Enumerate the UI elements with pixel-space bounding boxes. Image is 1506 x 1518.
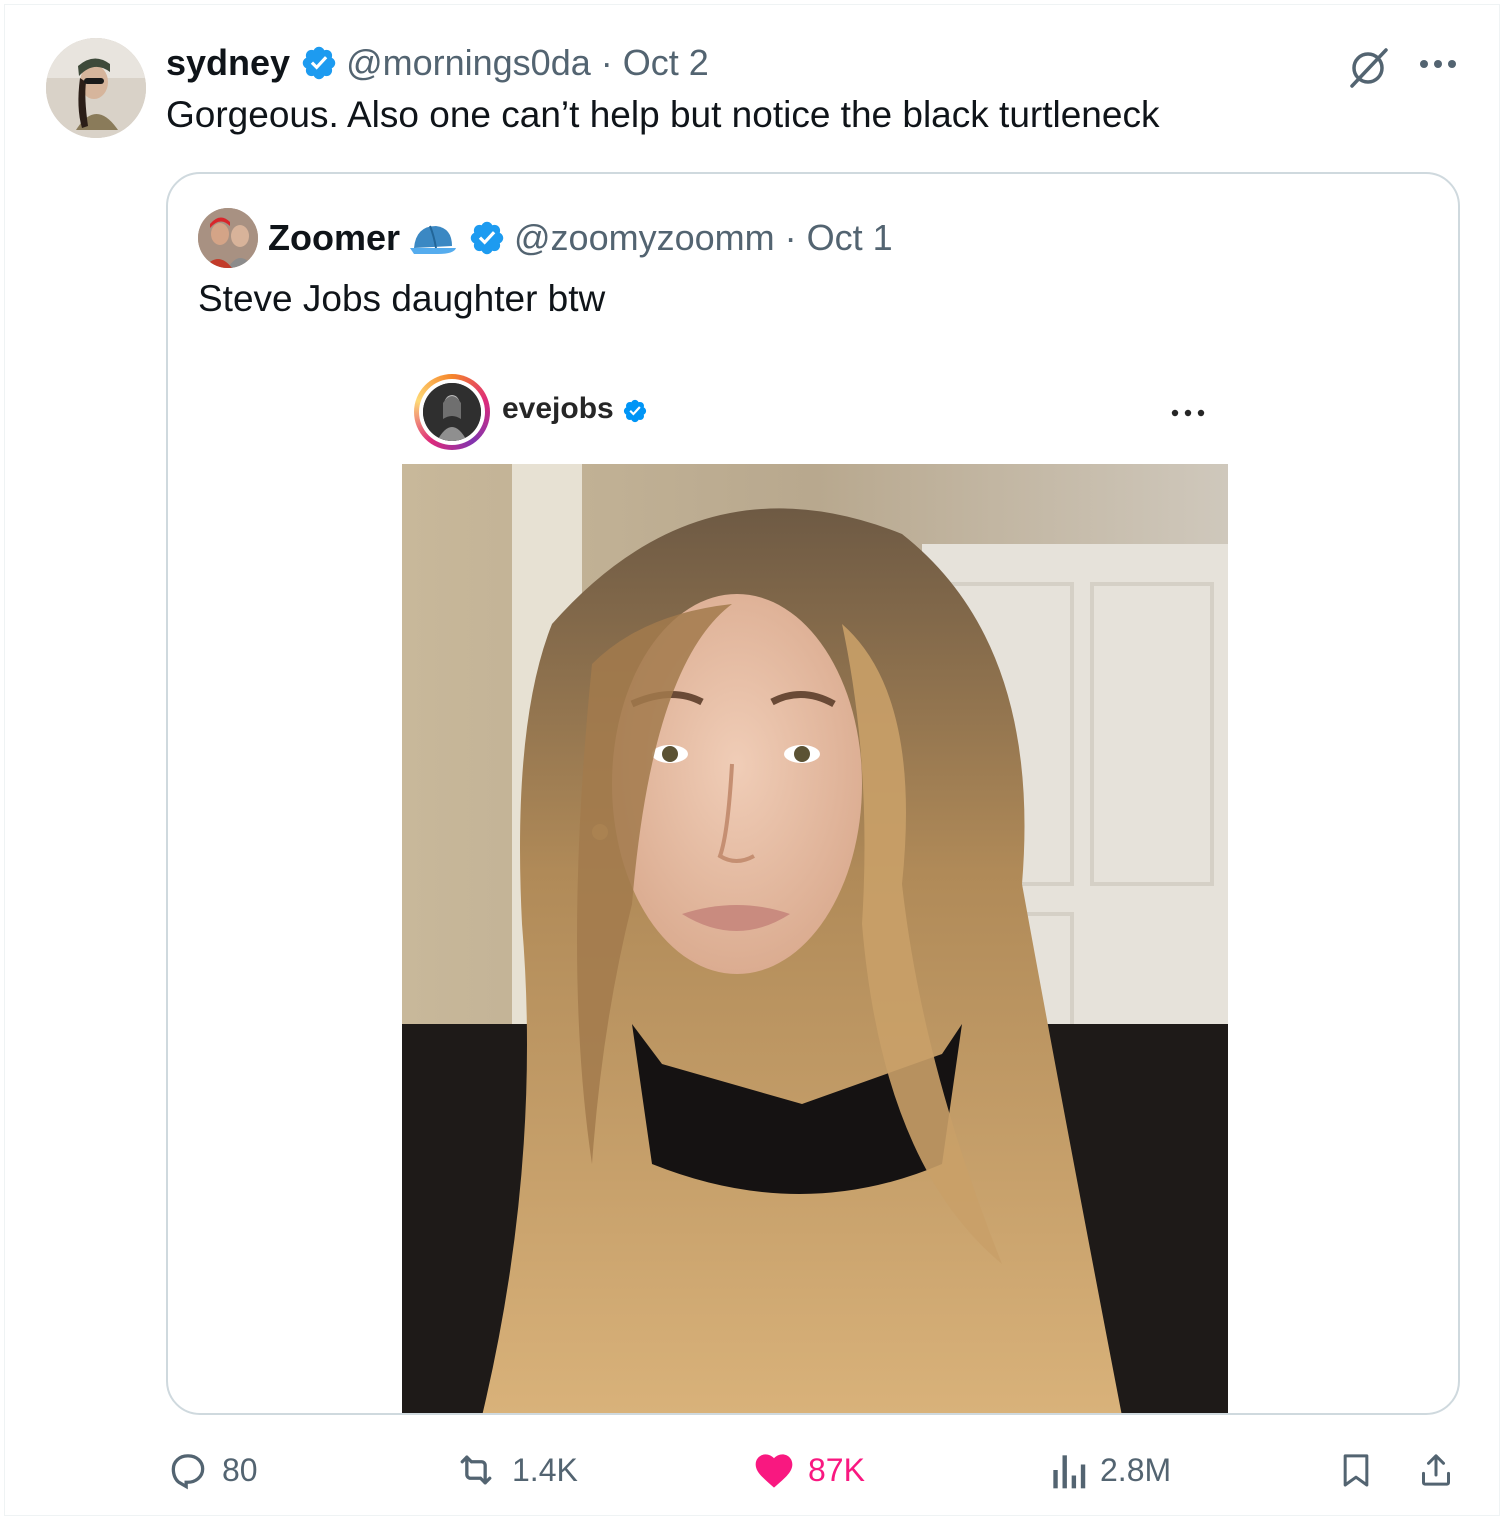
grok-icon[interactable] <box>1346 44 1392 90</box>
share-icon <box>1422 1454 1450 1486</box>
reply-icon <box>171 1454 205 1490</box>
quoted-avatar[interactable] <box>198 208 258 268</box>
separator: · <box>784 217 797 258</box>
action-bar: 80 1.4K 87K 2.8M <box>166 1440 1466 1500</box>
quoted-tweet[interactable]: Zoomer @zoomyzoomm · Oct 1 Steve Jobs da… <box>166 172 1460 1415</box>
verified-badge-icon <box>623 399 647 423</box>
cap-emoji-icon <box>410 225 457 254</box>
separator: · <box>600 42 613 83</box>
avatar[interactable] <box>46 38 146 138</box>
views-button[interactable]: 2.8M <box>1048 1440 1171 1500</box>
embedded-instagram-post[interactable]: evejobs <box>400 374 1230 1413</box>
author-name[interactable]: sydney <box>166 42 290 84</box>
tweet-header: sydney @mornings0da · Oct 2 <box>166 40 709 86</box>
tweet-text: Gorgeous. Also one can’t help but notice… <box>166 94 1160 135</box>
reply-button[interactable]: 80 <box>166 1440 258 1500</box>
quoted-tweet-text: Steve Jobs daughter btw <box>198 278 606 319</box>
repost-count: 1.4K <box>512 1451 578 1488</box>
reply-count: 80 <box>222 1451 258 1488</box>
author-handle[interactable]: @mornings0da <box>346 42 591 84</box>
repost-button[interactable]: 1.4K <box>452 1440 578 1500</box>
like-count: 87K <box>808 1451 865 1488</box>
quoted-tweet-date[interactable]: Oct 1 <box>807 217 893 259</box>
instagram-avatar <box>423 383 481 441</box>
instagram-username: evejobs <box>502 392 614 425</box>
verified-badge-icon <box>470 221 504 255</box>
story-ring <box>414 374 490 450</box>
more-icon <box>1171 409 1205 417</box>
like-button[interactable]: 87K <box>752 1440 865 1500</box>
quoted-header: Zoomer @zoomyzoomm · Oct 1 <box>268 210 893 266</box>
post-photo[interactable] <box>402 464 1228 1413</box>
bookmark-icon <box>1343 1454 1369 1487</box>
view-count: 2.8M <box>1100 1451 1172 1488</box>
quoted-author-handle[interactable]: @zoomyzoomm <box>514 217 775 259</box>
tweet-date[interactable]: Oct 2 <box>623 42 709 84</box>
views-icon <box>1053 1455 1086 1489</box>
quoted-author-name[interactable]: Zoomer <box>268 217 400 259</box>
more-icon[interactable] <box>1416 50 1460 78</box>
share-button[interactable] <box>1416 1440 1468 1500</box>
verified-badge-icon <box>302 46 336 80</box>
bookmark-button[interactable] <box>1336 1440 1388 1500</box>
like-icon <box>755 1454 793 1488</box>
repost-icon <box>460 1455 492 1485</box>
